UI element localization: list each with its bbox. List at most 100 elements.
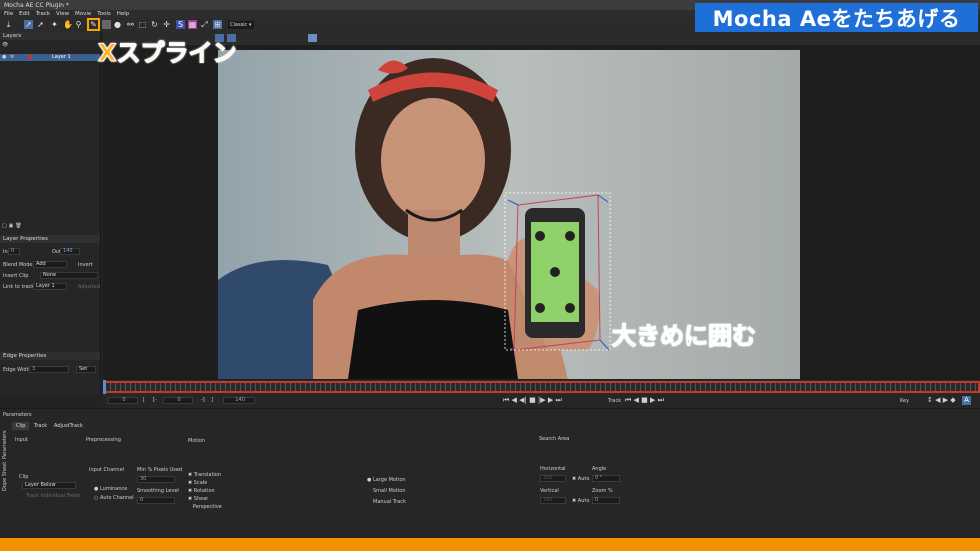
in-field[interactable]: 0 [8, 248, 20, 255]
circle-tool-icon[interactable]: ● [113, 20, 122, 29]
menu-help[interactable]: Help [117, 11, 130, 17]
keyframe-controls-icon[interactable]: ↕ ◀ ▶ ◆ [927, 396, 956, 404]
gear-icon[interactable]: ✲ [10, 54, 14, 60]
perspective-label: Perspective [192, 504, 222, 510]
smoothing-level-field[interactable]: 0 [137, 497, 175, 504]
new-layer-icon[interactable]: ▢ [2, 223, 7, 229]
align-icon[interactable]: ⊞ [213, 20, 222, 29]
hand-icon[interactable]: ✋ [63, 20, 73, 29]
set-button[interactable]: Set [76, 366, 96, 373]
motion-section-title: Motion [188, 438, 205, 444]
play-controls-icon[interactable]: ⏮ ◀ ◀| ■ |▶ ▶ ⏭ [503, 396, 562, 405]
timeline[interactable] [103, 380, 980, 394]
perspective-checkbox[interactable]: Perspective [188, 504, 222, 510]
bottom-accent-bar [0, 538, 980, 551]
link-to-track-select[interactable]: Layer 1 [33, 283, 67, 290]
insert-clip-select[interactable]: None [40, 272, 98, 279]
min-pixels-field[interactable]: 30 [137, 476, 175, 483]
current-frame-field[interactable]: 0 [108, 397, 138, 404]
large-motion-radio[interactable]: ● Large Motion [367, 477, 406, 483]
timeline-ruler[interactable] [103, 381, 980, 393]
auto-channel-radio[interactable]: ○ Auto Channel [94, 495, 134, 501]
surface-icon[interactable]: S [176, 20, 185, 29]
blend-mode-label: Blend Mode [3, 262, 33, 268]
track-label: Track [608, 398, 622, 404]
vertical-field[interactable]: 180 [540, 497, 566, 504]
zoom-icon[interactable]: ⚲ [74, 20, 83, 29]
translation-checkbox[interactable]: ✖ Translation [188, 472, 221, 478]
grid-icon[interactable]: ▦ [188, 20, 197, 29]
link-icon[interactable]: ⚯ [126, 20, 135, 29]
vertical-auto-label: Auto [577, 498, 590, 504]
rotation-checkbox[interactable]: ✖ Rotation [188, 488, 215, 494]
menu-track[interactable]: Track [36, 11, 50, 17]
playhead[interactable] [103, 380, 106, 394]
zoom-label: Zoom % [592, 488, 613, 494]
invert-label[interactable]: Invert [78, 262, 93, 268]
shear-checkbox[interactable]: ✖ Shear [188, 496, 208, 502]
menu-tools[interactable]: Tools [97, 11, 111, 17]
manual-track-radio[interactable]: Manual Track [373, 499, 406, 505]
layer-name[interactable]: Layer 1 [52, 54, 71, 60]
luminance-label: Luminance [99, 486, 128, 492]
move-icon[interactable]: ✛ [162, 20, 171, 29]
horizontal-auto-label: Auto [577, 476, 590, 482]
select-multi-icon[interactable]: ➚ [36, 20, 45, 29]
luminance-radio[interactable]: ● Luminance [94, 486, 127, 492]
pick-tool-icon[interactable]: ✦ [50, 20, 59, 29]
vertical-auto-checkbox[interactable]: ✖ Auto [572, 498, 589, 504]
scale-checkbox[interactable]: ✖ Scale [188, 480, 207, 486]
side-tab-parameters[interactable]: Parameters [2, 423, 10, 459]
start-frame-field[interactable]: 0 [163, 397, 193, 404]
small-motion-radio[interactable]: Small Motion [373, 488, 405, 494]
auto-key-button[interactable]: A [962, 396, 971, 405]
rect-tool-icon[interactable] [102, 20, 111, 29]
menu-file[interactable]: File [4, 11, 13, 17]
end-frame-field[interactable]: 140 [223, 397, 255, 404]
view-mode-select[interactable]: Classic ▾ [228, 21, 254, 29]
left-panel: Layers 👁 ● ✲ Layer 1 ▢ ▣ 🗑 Layer Propert… [0, 32, 101, 394]
layer-row[interactable]: ● ✲ Layer 1 [0, 54, 100, 61]
manual-track-label: Manual Track [373, 499, 406, 505]
search-area-section-title: Search Area [539, 436, 570, 442]
duplicate-layer-icon[interactable]: ▣ [9, 223, 14, 229]
vertical-label: Vertical [540, 488, 559, 494]
select-tool-icon[interactable]: ➚ [24, 20, 33, 29]
smoothing-level-label: Smoothing Level [137, 488, 179, 494]
corner-icon[interactable]: ⤢ [200, 20, 209, 29]
x-spline-tool-icon[interactable]: ✎ [87, 18, 100, 31]
track-controls-icon[interactable]: ⏮ ◀ ■ ▶ ⏭ [625, 396, 664, 405]
out-field[interactable]: 140 [60, 248, 80, 255]
tab-track[interactable]: Track [30, 422, 51, 430]
shear-label: Shear [193, 496, 209, 502]
edge-width-field[interactable]: 3 [29, 366, 69, 373]
set-in-icon[interactable]: [- [153, 397, 157, 403]
tab-adjusttrack[interactable]: AdjustTrack [50, 422, 87, 430]
small-motion-label: Small Motion [373, 488, 406, 494]
horizontal-auto-checkbox[interactable]: ✖ Auto [572, 476, 589, 482]
tab-clip[interactable]: Clip [12, 422, 30, 430]
delete-layer-icon[interactable]: 🗑 [15, 223, 21, 229]
menu-edit[interactable]: Edit [19, 11, 30, 17]
blend-mode-select[interactable]: Add [33, 261, 67, 268]
zoom-field[interactable]: 0 [592, 497, 620, 504]
in-point-icon[interactable]: [ [143, 397, 145, 403]
transform-icon[interactable]: ⬚ [138, 20, 147, 29]
set-out-icon[interactable]: -] [201, 397, 205, 403]
menu-movie[interactable]: Movie [75, 11, 91, 17]
window-title: Mocha AE CC Plugin * [4, 2, 69, 9]
track-individual-fields[interactable]: Track Individual Fields [26, 493, 81, 499]
out-point-icon[interactable]: ] [211, 397, 213, 403]
rotation-label: Rotation [193, 488, 215, 494]
snap-icon[interactable] [308, 34, 317, 42]
clip-select[interactable]: Layer Below [22, 482, 76, 489]
save-icon[interactable]: ⤓ [4, 20, 13, 29]
eye-icon[interactable]: ● [2, 54, 6, 60]
rotate-icon[interactable]: ↻ [150, 20, 159, 29]
layers-header-row: 👁 [2, 41, 100, 48]
color-swatch[interactable] [28, 55, 32, 59]
menu-view[interactable]: View [56, 11, 69, 17]
side-tab-dope-sheet[interactable]: Dope Sheet [2, 461, 10, 491]
horizontal-field[interactable]: 320 [540, 475, 566, 482]
angle-field[interactable]: 0 ° [592, 475, 620, 482]
